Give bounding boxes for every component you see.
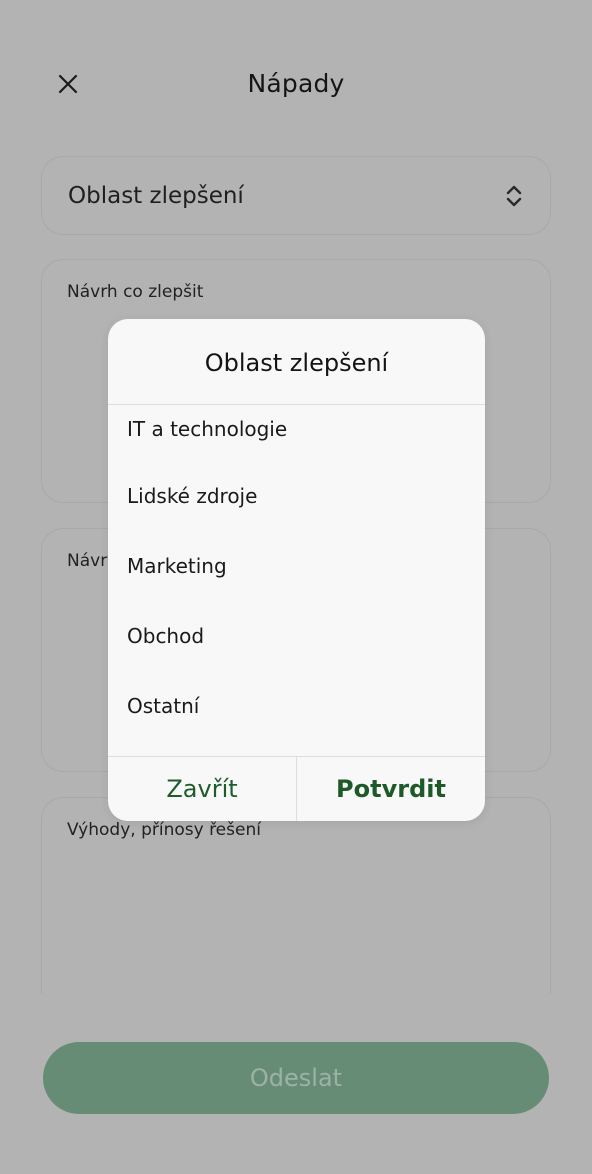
cancel-button[interactable]: Zavřít (108, 757, 297, 821)
option-hr[interactable]: Lidské zdroje (108, 461, 485, 531)
option-marketing[interactable]: Marketing (108, 531, 485, 601)
submit-button[interactable]: Odeslat (43, 1042, 549, 1114)
option-other[interactable]: Ostatní (108, 671, 485, 741)
screen: Nápady Oblast zlepšení Návrh co zlepšit … (0, 0, 592, 1174)
option-sales[interactable]: Obchod (108, 601, 485, 671)
area-select[interactable]: Oblast zlepšení (41, 156, 551, 235)
scroll-clip (0, 994, 592, 1024)
area-select-value: Oblast zlepšení (68, 182, 244, 209)
dialog-title: Oblast zlepšení (108, 319, 485, 405)
option-it[interactable]: IT a technologie (108, 405, 485, 461)
benefits-label: Výhody, přínosy řešení (67, 820, 261, 840)
page-title: Nápady (247, 69, 345, 98)
options-list[interactable]: IT a technologie Lidské zdroje Marketing… (108, 405, 485, 756)
benefits-field[interactable]: Výhody, přínosy řešení (41, 797, 551, 1007)
improvement-proposal-label: Návrh co zlepšit (67, 282, 204, 302)
confirm-button[interactable]: Potvrdit (297, 757, 485, 821)
area-picker-dialog: Oblast zlepšení IT a technologie Lidské … (108, 319, 485, 821)
dialog-actions: Zavřít Potvrdit (108, 756, 485, 821)
chevron-up-down-icon (506, 185, 522, 206)
